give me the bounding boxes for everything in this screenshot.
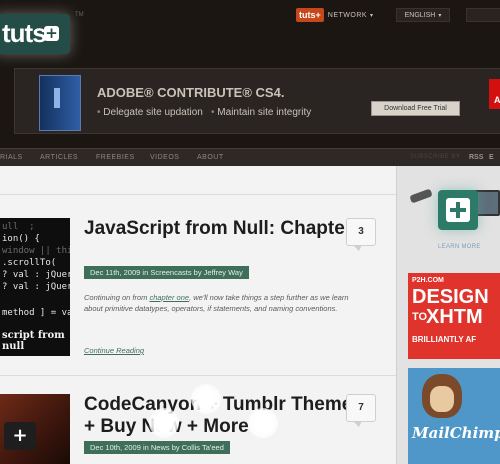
post-meta: Dec 11th, 2009 in Screencasts by Jeffrey… [84,266,249,279]
trademark-mark: TM [75,12,84,18]
divider [0,194,396,195]
logo-plus-icon: + [44,24,59,42]
language-select[interactable]: ENGLISH ▾ [396,8,450,22]
ad-feature-text: Maintain site integrity [217,107,312,118]
code-line: window || this [2,246,70,256]
main-nav: RIALS ARTICLES FREEBIES VIDEOS ABOUT SUB… [0,148,500,166]
mailchimp-monkey-icon [422,374,462,418]
comment-count-bubble[interactable]: 3 [346,218,376,251]
network-label: NETWORK [327,11,368,19]
product-box-image [39,75,81,131]
chapter-one-link[interactable]: chapter one [149,293,189,302]
plus-icon [446,198,470,222]
code-line: method ] = val [2,308,70,318]
code-line: .scrollTo( [2,258,57,268]
tuts-logo[interactable]: tuts + [0,14,70,54]
chevron-down-icon: ▾ [438,12,442,19]
nav-item-tutorials[interactable]: RIALS [0,154,23,161]
nav-item-about[interactable]: ABOUT [197,154,224,161]
glow-highlight [191,384,221,414]
banner-tagline: BRILLIANTLY AF [412,335,477,344]
adobe-ad-banner[interactable]: ADOBE® CONTRIBUTE® CS4. • Delegate site … [14,68,500,134]
divider [0,375,396,376]
chevron-down-icon: ▾ [370,12,374,19]
nav-item-videos[interactable]: VIDEOS [150,154,179,161]
excerpt-text: Continuing on from [84,293,150,302]
post-excerpt: Continuing on from chapter one, we'll no… [84,292,366,314]
banner-headline: DESIGN [412,286,489,308]
tuts-plus-icon [438,190,478,230]
subscribe-label: SUBSCRIBE BY [410,154,461,160]
search-input[interactable] [466,8,500,22]
site-header: tuts + TM tuts+ NETWORK ▾ ENGLISH ▾ ADOB… [0,0,500,148]
nav-item-articles[interactable]: ARTICLES [40,154,78,161]
mailchimp-ad-banner[interactable]: MailChimp [408,368,500,464]
continue-reading-link[interactable]: Continue Reading [84,346,144,355]
code-line: ? val : jQuer [2,282,70,292]
language-label: ENGLISH [404,11,436,19]
banner-headline: TO [412,311,428,323]
rss-link[interactable]: RSS [469,154,483,161]
post-title[interactable]: JavaScript from Null: Chapter 2 [84,218,376,240]
code-line: ? val : jQuery [2,270,70,280]
tuts-plus-promo-image[interactable] [408,182,500,238]
p2h-brand: P2H.COM [412,277,444,284]
network-badge: tuts+ [296,8,324,22]
mailchimp-logo-text: MailChimp [412,424,500,442]
wrench-icon [409,188,433,204]
bullet-icon: • [97,107,101,118]
banner-headline: XHTM [426,306,483,328]
ad-feature: • Maintain site integrity [211,107,311,118]
post-thumbnail-javascript[interactable]: ull ; ion() { window || this .scrollTo( … [0,218,70,356]
p2h-ad-banner[interactable]: P2H.COM DESIGN TO XHTM BRILLIANTLY AF [408,273,500,359]
glow-highlight [149,408,179,438]
comment-count-bubble[interactable]: 7 [346,394,376,427]
adobe-logo: Ad [489,79,500,109]
plus-icon: + [4,422,36,450]
network-menu[interactable]: tuts+ NETWORK ▾ [296,8,373,22]
nav-item-freebies[interactable]: FREEBIES [96,154,135,161]
ad-feature-text: Delegate site updation [103,107,203,118]
bullet-icon: • [211,107,215,118]
post-title[interactable]: CodeCanyon + Tumblr Themes + Buy Now + M… [84,394,376,438]
ad-title: ADOBE® CONTRIBUTE® CS4. [97,85,285,100]
thumbnail-caption: script from null [2,330,65,352]
glow-highlight [248,408,278,438]
post-thumbnail-codecanyon[interactable]: + [0,394,70,464]
code-line: ull ; [2,222,35,232]
code-line: ion() { [2,234,40,244]
email-link[interactable]: E [489,154,494,161]
learn-more-link[interactable]: LEARN MORE [438,244,481,250]
download-trial-button[interactable]: Download Free Trial [371,101,460,116]
ad-feature: • Delegate site updation [97,107,203,118]
logo-text: tuts [2,18,47,48]
post-meta: Dec 10th, 2009 in News by Collis Ta'eed [84,441,230,454]
